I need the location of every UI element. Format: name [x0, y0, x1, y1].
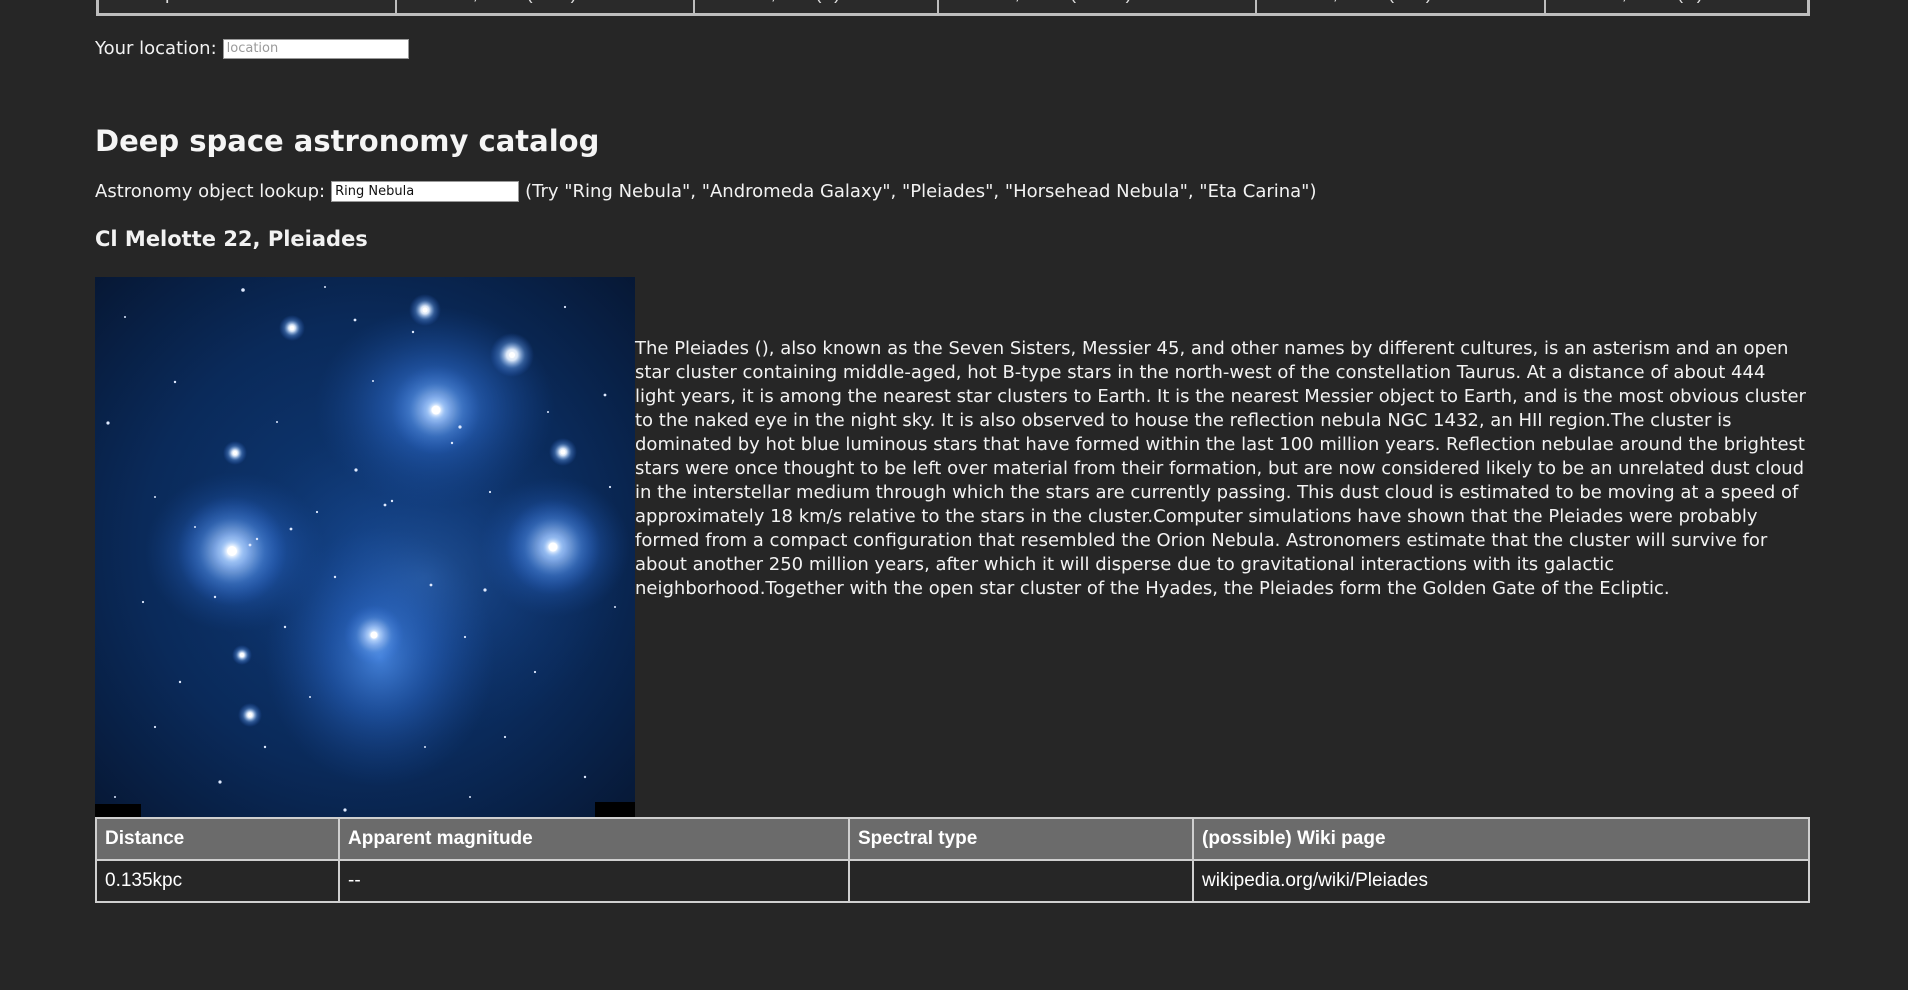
wiki-link[interactable]: wikipedia.org/wiki/Pleiades [1192, 859, 1810, 903]
table-header-row: Distance Apparent magnitude Spectral typ… [95, 817, 1810, 861]
object-image [95, 277, 635, 817]
lookup-hint: (Try "Ring Nebula", "Andromeda Galaxy", … [525, 181, 1317, 202]
location-row: Your location: [95, 38, 409, 59]
catalog-title: Deep space astronomy catalog [95, 124, 600, 158]
table-row: 0.135kpc -- wikipedia.org/wiki/Pleiades [95, 859, 1810, 903]
location-label: Your location: [95, 38, 217, 59]
object-description: The Pleiades (), also known as the Seven… [635, 338, 1806, 599]
weather-row-label: Wind speed [99, 0, 397, 13]
weather-cell: 3.1km/h, 360° (N) [1546, 0, 1807, 13]
weather-cell: 2.7km/h, 287° (WNW) [939, 0, 1257, 13]
spectral-type-cell [848, 859, 1194, 903]
column-header: (possible) Wiki page [1192, 817, 1810, 861]
weather-cell: 2.0km/h, 320° (NW) [1257, 0, 1546, 13]
object-name: Cl Melotte 22, Pleiades [95, 227, 368, 251]
lookup-row: Astronomy object lookup: (Try "Ring Nebu… [95, 181, 1317, 202]
distance-cell: 0.135kpc [95, 859, 340, 903]
lookup-input[interactable] [331, 181, 520, 202]
lookup-label: Astronomy object lookup: [95, 181, 326, 202]
column-header: Distance [95, 817, 340, 861]
location-input[interactable] [222, 38, 409, 59]
weather-table: Wind speed 2.7km/h, 110° (ESE) 3.1km/h, … [96, 0, 1810, 16]
weather-cell: 3.1km/h, 90° (E) [695, 0, 939, 13]
weather-cell: 2.7km/h, 110° (ESE) [397, 0, 695, 13]
page: Wind speed 2.7km/h, 110° (ESE) 3.1km/h, … [0, 0, 1908, 990]
object-info-table: Distance Apparent magnitude Spectral typ… [95, 817, 1810, 903]
magnitude-cell: -- [338, 859, 850, 903]
column-header: Apparent magnitude [338, 817, 850, 861]
column-header: Spectral type [848, 817, 1194, 861]
